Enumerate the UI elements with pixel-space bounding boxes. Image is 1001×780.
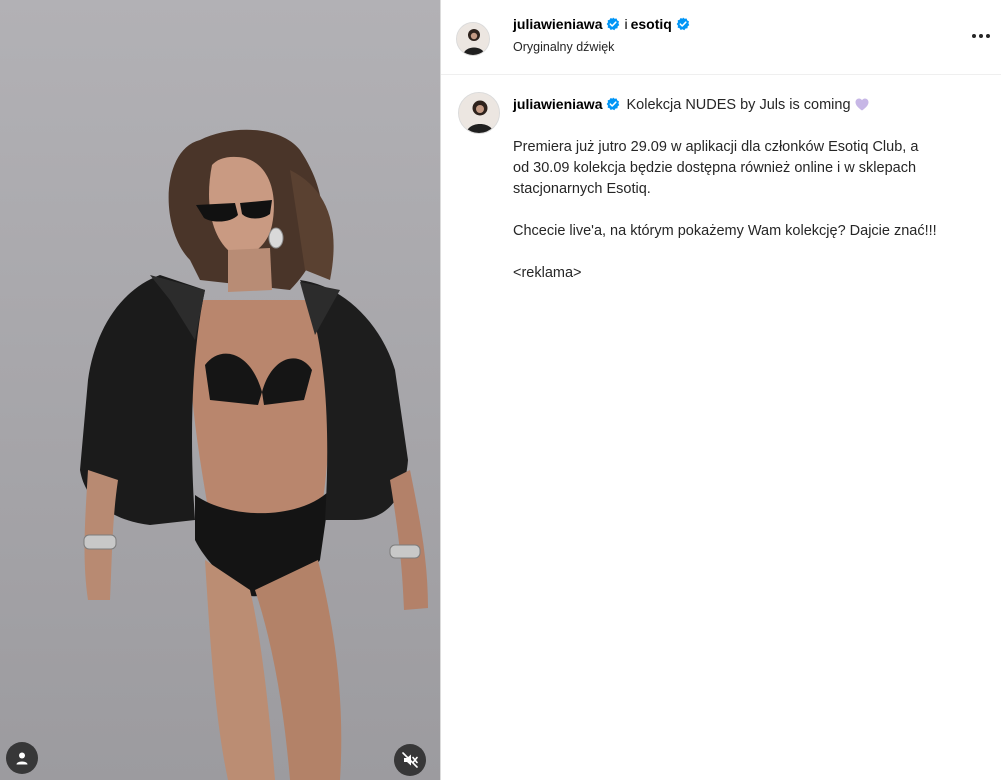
user-icon [16, 752, 28, 765]
tagged-users-button[interactable] [6, 742, 38, 774]
caption-paragraph-1-line-1: Premiera już jutro 29.09 w aplikacji dla… [513, 139, 919, 155]
post-dialog: juliawieniawa i esotiq Oryginalny dźwięk [0, 0, 1001, 780]
author-username[interactable]: juliawieniawa [513, 16, 602, 32]
verified-badge-icon [607, 17, 620, 31]
verified-badge-icon [676, 17, 690, 31]
caption-paragraph-1-line-2: od 30.09 kolekcja będzie dostępna równie… [513, 160, 917, 176]
caption-paragraph-1-line-3: stacjonarnych Esotiq. [513, 181, 651, 197]
post-header: juliawieniawa i esotiq Oryginalny dźwięk [441, 0, 1001, 75]
purple-heart-emoji [855, 98, 869, 111]
caption-author-avatar[interactable] [458, 92, 500, 134]
post-side-panel: juliawieniawa i esotiq Oryginalny dźwięk [440, 0, 1001, 780]
verified-badge-icon [607, 97, 620, 111]
audio-muted-icon [402, 752, 418, 768]
author-avatar[interactable] [456, 22, 490, 56]
post-authors: juliawieniawa i esotiq [513, 16, 694, 32]
caption-ad-disclosure: <reklama> [513, 265, 582, 281]
post-caption: juliawieniawa Kolekcja NUDES by Juls is … [513, 94, 983, 284]
caption-username[interactable]: juliawieniawa [513, 96, 602, 112]
more-options-icon [972, 34, 990, 38]
avatar-image [459, 93, 499, 133]
post-media[interactable] [0, 0, 440, 780]
collab-joiner: i [624, 16, 628, 32]
audio-link[interactable]: Oryginalny dźwięk [513, 40, 614, 54]
post-photo [80, 129, 428, 780]
collaborator-username[interactable]: esotiq [631, 16, 672, 32]
avatar-image [457, 23, 489, 55]
more-options-button[interactable] [969, 24, 993, 48]
caption-headline: Kolekcja NUDES by Juls is coming [626, 97, 851, 113]
mute-toggle-button[interactable] [394, 744, 426, 776]
caption-paragraph-2: Chcecie live'a, na którym pokażemy Wam k… [513, 223, 937, 239]
